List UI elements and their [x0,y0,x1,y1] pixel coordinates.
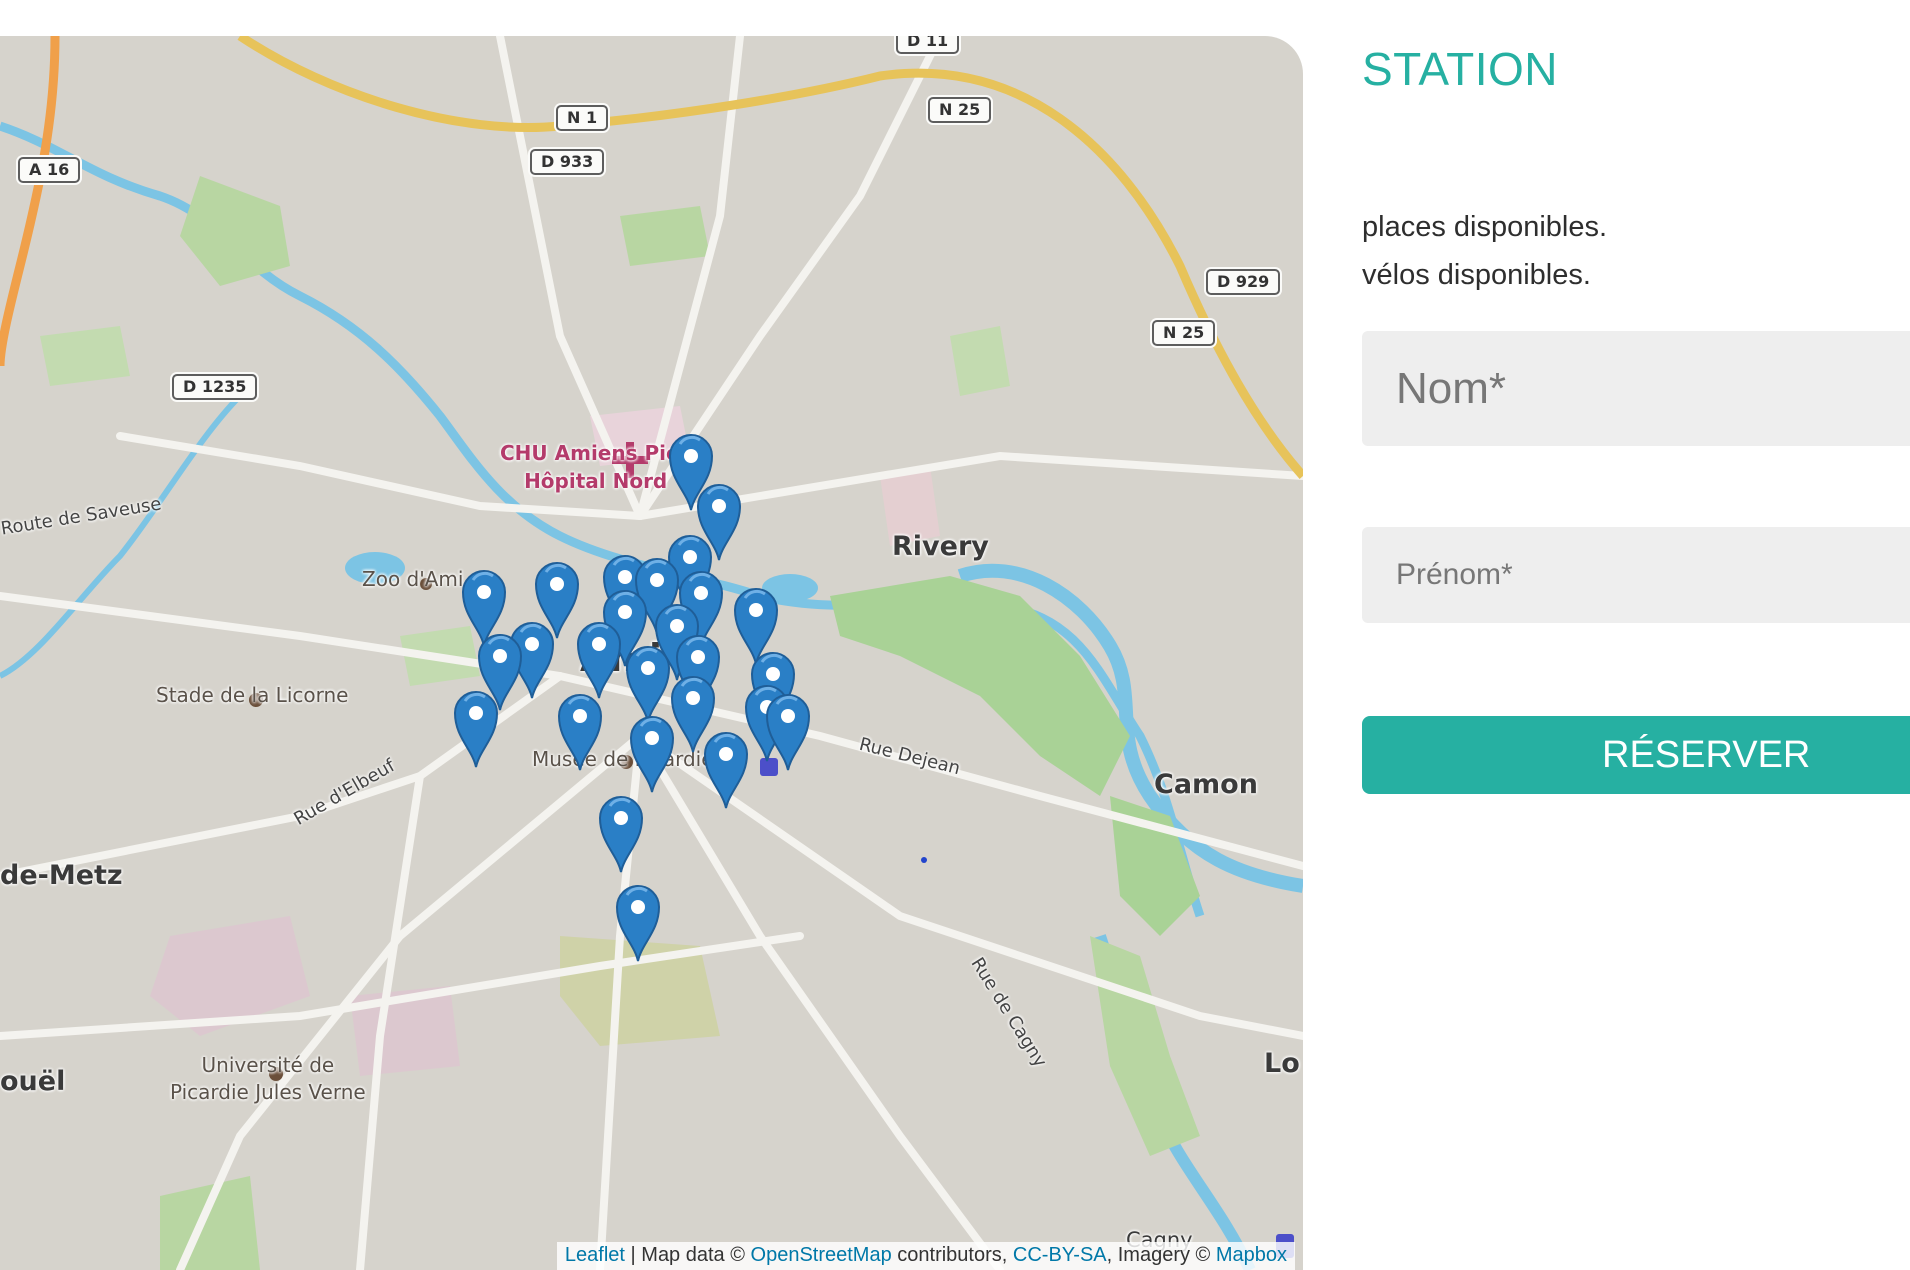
map-pin-icon [765,694,811,771]
map-pin-icon [615,885,661,962]
reserve-button[interactable]: RÉSERVER [1362,716,1910,794]
station-marker[interactable] [627,712,677,794]
cc-by-sa-link[interactable]: CC-BY-SA [1013,1244,1107,1266]
station-marker[interactable] [555,690,605,772]
nom-input[interactable] [1362,331,1910,446]
road-shield-a16: A 16 [18,157,81,183]
bikes-available-text: vélos disponibles. [1362,259,1591,291]
station-title: STATION [1362,43,1559,95]
leaflet-link[interactable]: Leaflet [565,1244,625,1266]
poi-label-hospital: CHU Amiens Pica Hôpital Nord [500,439,691,495]
station-marker[interactable] [596,792,646,874]
universite-label-line2: Picardie Jules Verne [170,1080,366,1104]
road-shield-d1235: D 1235 [172,374,258,400]
road-shield-d929: D 929 [1206,269,1281,295]
place-label-ouel: ouël [0,1066,66,1097]
station-marker[interactable] [574,618,624,700]
station-marker[interactable] [613,881,663,963]
road-shield-n25: N 25 [928,97,992,123]
road-shield-d933: D 933 [530,149,605,175]
map-pin-icon [598,796,644,873]
place-label-camon: Camon [1154,769,1258,800]
station-marker[interactable] [701,728,751,810]
poi-label-universite: Université de Picardie Jules Verne [170,1052,366,1106]
station-marker[interactable] [451,687,501,769]
attribution-text-2: contributors, [891,1244,1013,1266]
map-attribution: Leaflet | Map data © OpenStreetMap contr… [556,1242,1295,1270]
hospital-label-line1: CHU Amiens Pica [500,441,692,465]
map-pin-icon [453,691,499,768]
universite-label-line1: Université de [201,1053,335,1077]
attribution-text-3: , Imagery © [1106,1244,1216,1266]
prenom-input[interactable] [1362,527,1910,623]
place-label-lo: Lo [1264,1048,1300,1079]
attribution-text-1: | Map data © [624,1244,751,1266]
road-shield-n1: N 1 [556,105,609,131]
map-container[interactable]: N 1 D 933 N 25 D 11 A 16 D 1235 D 929 N … [0,36,1303,1270]
reservation-panel: STATION places disponibles. vélos dispon… [1362,0,1910,1270]
poi-label-stade: Stade de la Licorne [156,683,349,707]
mapbox-link[interactable]: Mapbox [1216,1244,1287,1266]
map-pin-icon [629,716,675,793]
road-shield-d11: D 11 [896,36,960,54]
map-pin-icon [557,694,603,771]
station-marker[interactable] [763,690,813,772]
place-label-rivery: Rivery [892,531,989,562]
places-available-text: places disponibles. [1362,211,1608,243]
openstreetmap-link[interactable]: OpenStreetMap [751,1244,892,1266]
map-pin-icon [703,732,749,809]
road-shield-n25-right: N 25 [1152,320,1216,346]
map-pin-icon [576,622,622,699]
place-label-de-metz: de-Metz [0,860,123,891]
hospital-label-line2: Hôpital Nord [524,469,668,493]
poi-label-zoo: Zoo d'Ami [362,567,464,591]
